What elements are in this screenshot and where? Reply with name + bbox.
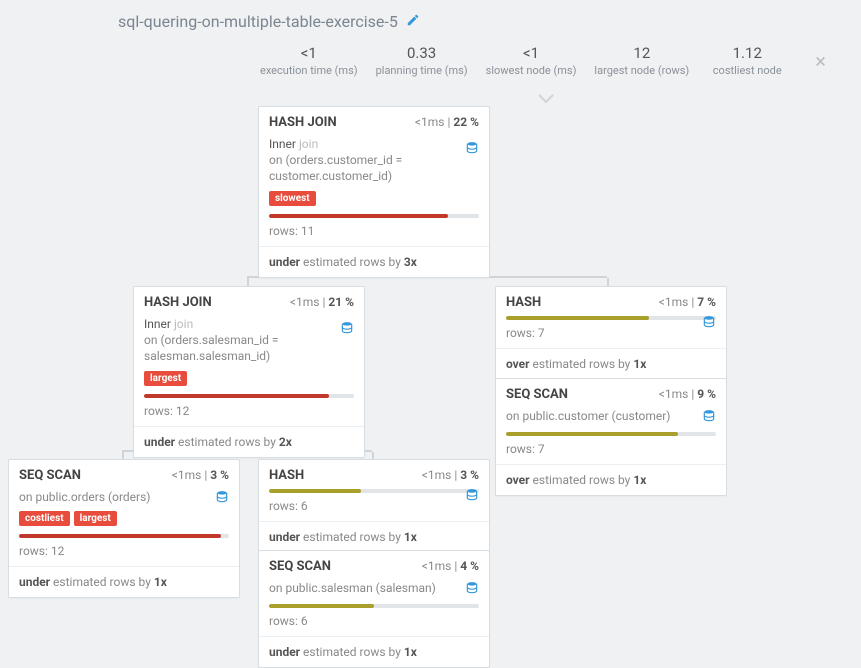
node-meta: <1ms | 3 % [422,468,479,482]
stat-label: slowest node (ms) [486,64,577,77]
cost-bar [269,604,479,608]
node-description: Inner join on (orders.salesman_id = sale… [144,316,354,365]
node-header: SEQ SCAN <1ms | 4 % [269,559,479,574]
node-header: SEQ SCAN <1ms | 3 % [19,468,229,483]
rows-line: rows: 7 [506,326,716,340]
database-icon[interactable] [465,488,479,502]
stat-value: <1 [486,44,577,62]
estimate-line: under estimated rows by 1x [9,566,239,589]
node-title: SEQ SCAN [19,468,81,483]
node-title: HASH JOIN [269,115,337,130]
stat-label: costliest node [707,64,787,77]
plan-node-hash-join-child[interactable]: HASH JOIN <1ms | 21 % Inner join on (ord… [133,286,365,458]
stat-value: 1.12 [707,44,787,62]
node-title: SEQ SCAN [269,559,331,574]
node-meta: <1ms | 3 % [172,468,229,482]
estimate-line: under estimated rows by 1x [259,521,489,544]
badges: largest [144,371,354,386]
plan-node-seqscan-customer[interactable]: SEQ SCAN <1ms | 9 % on public.customer (… [495,378,727,496]
node-meta: <1ms | 7 % [659,295,716,309]
chevron-down-icon [538,94,554,104]
cost-bar-fill [144,394,329,398]
node-description: Inner join on (orders.customer_id = cust… [269,136,479,185]
node-description: on public.customer (customer) [506,408,716,424]
node-header: HASH <1ms | 7 % [506,295,716,310]
stat-costliest-node: 1.12 costliest node [707,44,787,77]
stat-slowest-node: <1 slowest node (ms) [486,44,577,77]
page-title: sql-quering-on-multiple-table-exercise-5 [118,12,398,31]
stat-value: 0.33 [376,44,468,62]
node-header: HASH JOIN <1ms | 21 % [144,295,354,310]
cost-bar-fill [506,432,678,436]
badges: costliest largest [19,511,229,526]
stat-planning-time: 0.33 planning time (ms) [376,44,468,77]
node-title: HASH [269,468,304,483]
stat-value: 12 [594,44,689,62]
estimate-line: under estimated rows by 2x [134,426,364,449]
node-description: on public.salesman (salesman) [269,580,479,596]
cost-bar [506,316,716,320]
estimate-line: over estimated rows by 1x [496,348,726,371]
rows-line: rows: 12 [144,404,354,418]
stat-label: largest node (rows) [594,64,689,77]
cost-bar-fill [506,316,649,320]
rows-line: rows: 6 [269,499,479,513]
cost-bar [144,394,354,398]
rows-line: rows: 11 [269,224,479,238]
rows-line: rows: 7 [506,442,716,456]
database-icon[interactable] [340,321,354,335]
node-meta: <1ms | 9 % [659,387,716,401]
node-description: on public.orders (orders) [19,489,229,505]
cost-bar-fill [269,489,361,493]
badge-largest: largest [144,371,187,386]
estimate-line: under estimated rows by 3x [259,246,489,269]
cost-bar [19,534,229,538]
close-icon[interactable]: × [815,49,826,73]
plan-node-seqscan-salesman[interactable]: SEQ SCAN <1ms | 4 % on public.salesman (… [258,550,490,668]
node-meta: <1ms | 22 % [415,115,479,129]
node-meta: <1ms | 21 % [290,295,354,309]
plan-node-hash-customer[interactable]: HASH <1ms | 7 % rows: 7 over estimated r… [495,286,727,380]
cost-bar-fill [269,604,374,608]
cost-bar-fill [19,534,221,538]
node-title: HASH JOIN [144,295,212,310]
node-header: HASH <1ms | 3 % [269,468,479,483]
node-title: HASH [506,295,541,310]
node-title: SEQ SCAN [506,387,568,402]
database-icon[interactable] [465,581,479,595]
cost-bar [506,432,716,436]
rows-line: rows: 6 [269,614,479,628]
database-icon[interactable] [702,409,716,423]
estimate-line: over estimated rows by 1x [496,464,726,487]
stat-execution-time: <1 execution time (ms) [260,44,358,77]
edit-icon[interactable] [406,12,420,31]
stat-label: planning time (ms) [376,64,468,77]
badges: slowest [269,191,479,206]
database-icon[interactable] [215,490,229,504]
badge-slowest: slowest [269,191,316,206]
database-icon[interactable] [702,315,716,329]
stat-largest-node: 12 largest node (rows) [594,44,689,77]
stats-row: <1 execution time (ms) 0.33 planning tim… [260,44,826,77]
stat-label: execution time (ms) [260,64,358,77]
rows-line: rows: 12 [19,544,229,558]
cost-bar-fill [269,214,448,218]
cost-bar [269,214,479,218]
plan-node-hash-salesman[interactable]: HASH <1ms | 3 % rows: 6 under estimated … [258,459,490,553]
badge-largest: largest [74,511,117,526]
page-title-bar: sql-quering-on-multiple-table-exercise-5 [118,12,420,31]
node-header: SEQ SCAN <1ms | 9 % [506,387,716,402]
database-icon[interactable] [465,141,479,155]
badge-costliest: costliest [19,511,70,526]
cost-bar [269,489,479,493]
node-meta: <1ms | 4 % [422,559,479,573]
estimate-line: under estimated rows by 1x [259,636,489,659]
plan-node-seqscan-orders[interactable]: SEQ SCAN <1ms | 3 % on public.orders (or… [8,459,240,598]
stat-value: <1 [260,44,358,62]
plan-node-hash-join-root[interactable]: HASH JOIN <1ms | 22 % Inner join on (ord… [258,106,490,278]
node-header: HASH JOIN <1ms | 22 % [269,115,479,130]
